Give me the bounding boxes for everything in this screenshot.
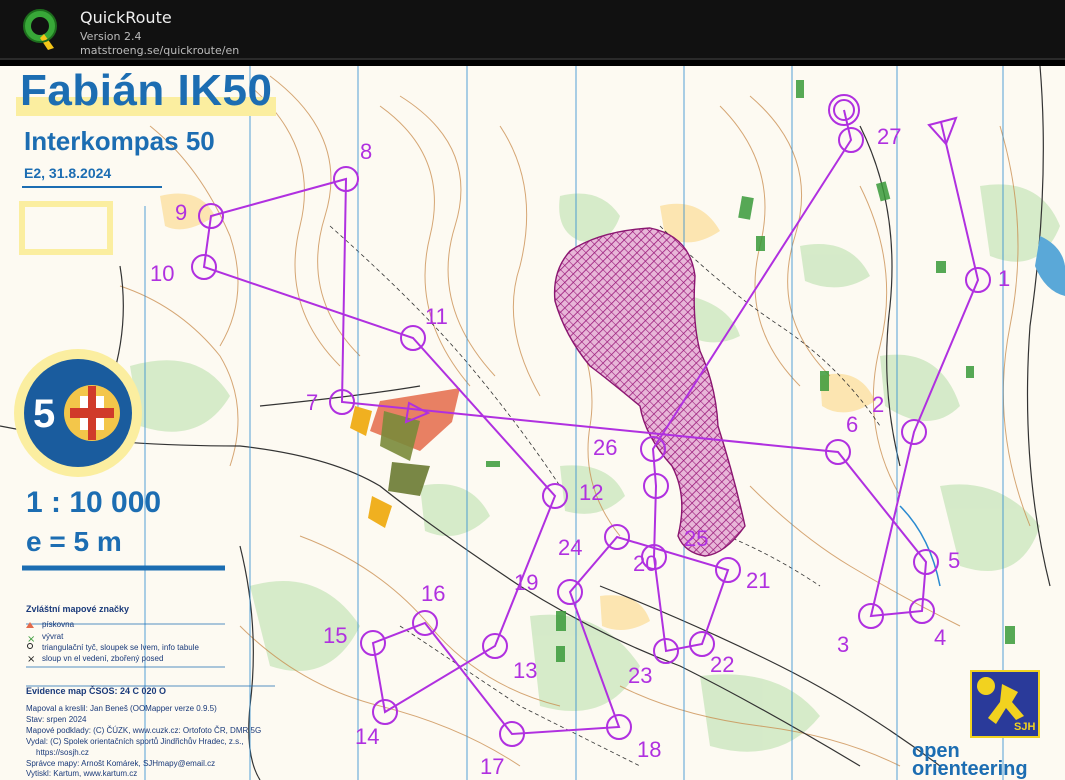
control-number: 11	[425, 304, 448, 329]
control-number: 1	[998, 266, 1011, 291]
control-number: 5	[948, 548, 961, 573]
control-number: 9	[175, 200, 188, 225]
credit-line: Stav: srpen 2024	[26, 715, 87, 724]
map-evidence: Evidence map ČSOS: 24 C 020 O	[26, 686, 167, 696]
control-number: 15	[323, 623, 348, 648]
credit-line: Vytiskl: Kartum, www.kartum.cz	[26, 769, 138, 778]
app-url[interactable]: matstroeng.se/quickroute/en	[80, 44, 239, 57]
control-number: 14	[355, 724, 380, 749]
svg-text:SJH: SJH	[1014, 721, 1035, 733]
app-version: Version 2.4	[80, 30, 142, 43]
legend-item: sloup vn el vedení, zbořený posed	[42, 654, 164, 663]
badge-number: 5	[33, 392, 56, 436]
control-number: 8	[360, 139, 373, 164]
control-number: 4	[934, 625, 947, 650]
control-number: 13	[513, 658, 538, 683]
control-number: 22	[710, 652, 735, 677]
quickroute-window: QuickRoute Version 2.4 matstroeng.se/qui…	[0, 0, 1065, 780]
control-number: 21	[746, 568, 771, 593]
credit-line: Mapové podklady: (C) ČÚZK, www.cuzk.cz: …	[26, 726, 262, 735]
control-number: 18	[637, 737, 662, 762]
club-logo: SJH	[970, 670, 1040, 738]
contour-interval: e = 5 m	[26, 526, 122, 557]
control-number: 12	[579, 480, 604, 505]
svg-text:×: ×	[27, 654, 35, 665]
credit-line: https://sosjh.cz	[36, 748, 89, 757]
open-orienteering-brand: open orienteering	[912, 740, 1028, 780]
control-number: 10	[150, 261, 175, 286]
control-number: 27	[877, 124, 902, 149]
credit-line: Správce mapy: Arnošt Komárek, SJHmapy@em…	[26, 759, 216, 768]
control-number: 17	[480, 754, 505, 779]
control-number: 16	[421, 581, 446, 606]
control-number: 23	[628, 663, 653, 688]
control-number: 3	[837, 632, 850, 657]
control-number: 25	[684, 526, 709, 551]
map-scale: 1 : 10 000	[26, 486, 162, 519]
legend-title: Zvláštní mapové značky	[26, 604, 130, 614]
control-number: 20	[633, 551, 658, 576]
credit-line: Mapoval a kreslil: Jan Beneš (OOMapper v…	[26, 704, 217, 713]
legend-item: triangulační tyč, sloupek se lvem, info …	[42, 643, 199, 652]
control-number: 24	[558, 535, 583, 560]
control-number: 19	[514, 570, 539, 595]
map-title: Fabián IK50	[16, 66, 277, 116]
map-date: E2, 31.8.2024	[24, 165, 112, 181]
quickroute-logo-icon	[20, 8, 60, 52]
legend-item: vývrat	[42, 632, 64, 641]
control-number: 6	[846, 412, 859, 437]
control-number: 7	[306, 390, 319, 415]
orienteering-map[interactable]: × × Fabián IK50 Interkompas 50 E2, 31.8.…	[0, 66, 1065, 780]
credit-line: Vydal: (C) Spolek orientačních sportů Ji…	[26, 737, 244, 746]
control-number: 26	[593, 435, 618, 460]
control-number: 2	[872, 392, 885, 417]
app-name: QuickRoute	[80, 8, 172, 27]
legend-item: pískovna	[42, 620, 75, 629]
map-subtitle: Interkompas 50	[24, 126, 215, 156]
title-bar: QuickRoute Version 2.4 matstroeng.se/qui…	[0, 0, 1065, 60]
